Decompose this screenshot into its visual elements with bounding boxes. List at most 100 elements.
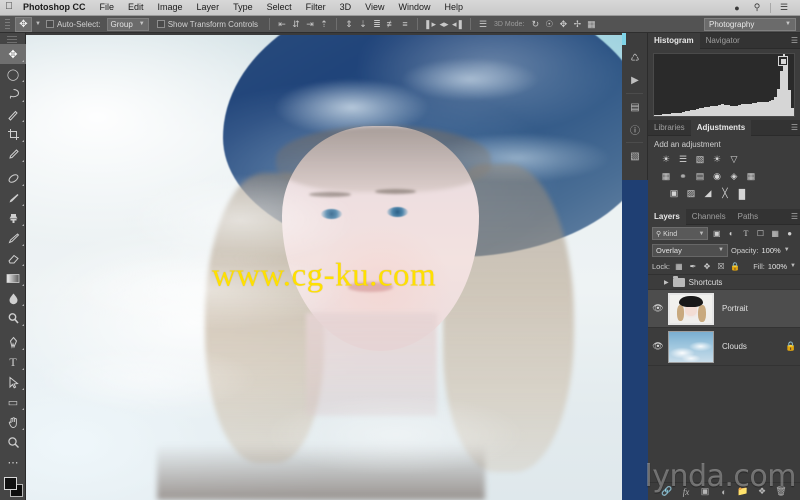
brightness-contrast-icon[interactable]: ☀: [659, 153, 673, 166]
filter-adjustment-icon[interactable]: ◐: [725, 227, 738, 240]
color-swatches[interactable]: [0, 475, 26, 500]
edit-toolbar-tool[interactable]: ⋯: [0, 452, 26, 472]
layer-name[interactable]: Clouds: [714, 342, 782, 351]
path-selection-tool[interactable]: [0, 372, 26, 392]
fill-value[interactable]: 100%: [768, 262, 787, 271]
table-row[interactable]: 👁 Portrait: [648, 290, 800, 328]
properties-panel-icon[interactable]: ▤: [622, 96, 648, 118]
histogram-refresh-icon[interactable]: [778, 56, 788, 66]
distribute-top-icon[interactable]: ≣: [370, 17, 384, 31]
align-horizontal-centers-icon[interactable]: ⇵: [289, 17, 303, 31]
menu-item-file[interactable]: File: [93, 0, 122, 15]
search-icon[interactable]: ⚲: [747, 2, 767, 13]
posterize-icon[interactable]: ▨: [684, 187, 698, 200]
menu-item-image[interactable]: Image: [151, 0, 190, 15]
photo-filter-icon[interactable]: ◉: [710, 170, 724, 183]
threshold-icon[interactable]: ◢: [701, 187, 715, 200]
distribute-vertical-center-icon[interactable]: ≢: [384, 17, 398, 31]
curves-icon[interactable]: ▧: [693, 153, 707, 166]
clouds-thumbnail[interactable]: [668, 330, 714, 363]
brush-tool[interactable]: [0, 188, 26, 208]
align-right-edges-icon[interactable]: ⇥: [303, 17, 317, 31]
eyedropper-tool[interactable]: [0, 144, 26, 164]
align-left-edges-icon[interactable]: ⇤: [275, 17, 289, 31]
orbit-3d-icon[interactable]: ↻: [528, 17, 542, 31]
eraser-tool[interactable]: [0, 248, 26, 268]
slide-3d-icon[interactable]: ✢: [570, 17, 584, 31]
layer-group-shortcuts[interactable]: ▶ Shortcuts: [648, 275, 800, 290]
layer-name[interactable]: Portrait: [714, 304, 800, 313]
history-brush-tool[interactable]: [0, 228, 26, 248]
scale-3d-icon[interactable]: ▦: [584, 17, 598, 31]
color-balance-icon[interactable]: ⚭: [676, 170, 690, 183]
lock-image-pixels-icon[interactable]: ✒: [688, 261, 698, 272]
lasso-tool[interactable]: [0, 84, 26, 104]
menu-item-select[interactable]: Select: [260, 0, 299, 15]
show-transform-controls-checkbox[interactable]: [156, 20, 165, 28]
channel-mixer-icon[interactable]: ◈: [727, 170, 741, 183]
blur-tool[interactable]: [0, 288, 26, 308]
lock-transparent-pixels-icon[interactable]: ▦: [674, 261, 684, 272]
align-top-edges-icon[interactable]: ⇡: [317, 17, 331, 31]
blend-mode-dropdown[interactable]: Overlay ▼: [652, 243, 728, 257]
tab-paths[interactable]: Paths: [732, 209, 764, 225]
crop-tool[interactable]: [0, 124, 26, 144]
lock-all-icon[interactable]: 🔒: [730, 261, 740, 272]
tool-preset-chevron-down-icon[interactable]: ▼: [33, 21, 46, 27]
align-bottom-edges-icon[interactable]: ⇣: [356, 17, 370, 31]
menu-item-view[interactable]: View: [358, 0, 391, 15]
tab-channels[interactable]: Channels: [686, 209, 732, 225]
invert-icon[interactable]: ▣: [667, 187, 681, 200]
align-vertical-centers-icon[interactable]: ⇕: [342, 17, 356, 31]
pen-tool[interactable]: [0, 332, 26, 352]
pan-3d-icon[interactable]: ✥: [556, 17, 570, 31]
filter-pixel-icon[interactable]: ▣: [710, 227, 723, 240]
panel-menu-icon[interactable]: ☰: [791, 212, 798, 221]
chevron-right-icon[interactable]: ▶: [664, 279, 669, 286]
levels-icon[interactable]: ☰: [676, 153, 690, 166]
panel-menu-icon[interactable]: ☰: [791, 123, 798, 132]
selective-color-icon[interactable]: ╳: [718, 187, 732, 200]
siri-icon[interactable]: ●: [727, 3, 747, 13]
distribute-spacing-icon[interactable]: ☰: [476, 17, 490, 31]
options-bar-grip[interactable]: [4, 17, 12, 31]
hue-saturation-icon[interactable]: ▦: [659, 170, 673, 183]
menu-item-type[interactable]: Type: [226, 0, 260, 15]
control-center-icon[interactable]: ☰: [774, 2, 794, 13]
chevron-down-icon[interactable]: ▼: [790, 263, 796, 269]
menu-item-window[interactable]: Window: [391, 0, 437, 15]
gradient-map-icon[interactable]: █: [735, 187, 749, 200]
history-panel-icon[interactable]: ♺: [622, 47, 648, 69]
rectangle-tool[interactable]: ▭: [0, 392, 26, 412]
clone-stamp-tool[interactable]: [0, 208, 26, 228]
table-row[interactable]: 👁 Clouds 🔒: [648, 328, 800, 366]
auto-select-checkbox[interactable]: [45, 20, 54, 28]
auto-select-scope-dropdown[interactable]: Group ▼: [106, 17, 149, 31]
layer-visibility-toggle[interactable]: 👁: [648, 341, 668, 352]
move-tool-icon[interactable]: ✥: [15, 16, 32, 32]
menu-item-3d[interactable]: 3D: [333, 0, 359, 15]
gradient-tool[interactable]: [0, 268, 26, 288]
menu-item-filter[interactable]: Filter: [299, 0, 333, 15]
distribute-horizontal-center-icon[interactable]: ◂▸: [437, 17, 451, 31]
distribute-right-icon[interactable]: ◂❚: [451, 17, 465, 31]
dodge-tool[interactable]: [0, 308, 26, 328]
vibrance-icon[interactable]: ▽: [727, 153, 741, 166]
zoom-tool[interactable]: [0, 432, 26, 452]
filter-shape-icon[interactable]: ☐: [754, 227, 767, 240]
menu-app-name[interactable]: Photoshop CC: [18, 0, 93, 15]
roll-3d-icon[interactable]: ☉: [542, 17, 556, 31]
lock-position-icon[interactable]: ✥: [702, 261, 712, 272]
layer-filter-kind-dropdown[interactable]: ⚲ Kind ▼: [652, 227, 709, 240]
tab-histogram[interactable]: Histogram: [648, 32, 700, 49]
distribute-left-icon[interactable]: ❚▸: [423, 17, 437, 31]
workspace-switcher[interactable]: Photography ▼: [704, 17, 796, 31]
portrait-thumbnail[interactable]: [668, 292, 714, 325]
filter-type-icon[interactable]: T: [740, 227, 753, 240]
move-tool[interactable]: ✥: [0, 44, 26, 64]
tab-adjustments[interactable]: Adjustments: [690, 119, 752, 136]
info-panel-icon[interactable]: ⓘ: [622, 118, 648, 140]
toolbox-grip[interactable]: [0, 35, 25, 44]
foreground-color-swatch[interactable]: [4, 477, 17, 490]
chevron-down-icon[interactable]: ▼: [784, 247, 790, 253]
